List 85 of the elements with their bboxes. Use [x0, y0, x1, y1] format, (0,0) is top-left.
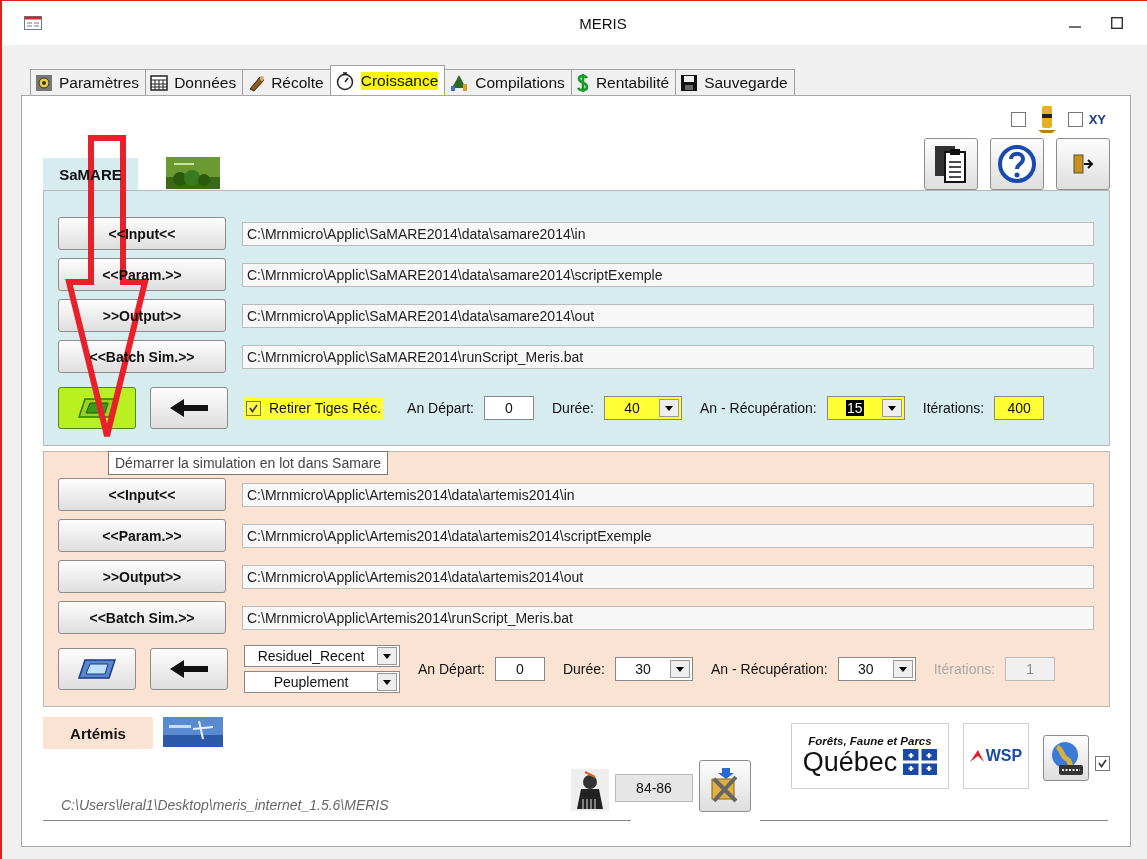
left-arrow-icon: [170, 660, 208, 678]
logo-text: WSP: [985, 747, 1023, 765]
field-label: An - Récupération:: [700, 400, 817, 416]
swoosh-icon: [969, 750, 984, 762]
figure-icon: [571, 769, 609, 811]
path-button[interactable]: <<Input<<: [58, 478, 226, 511]
path-field[interactable]: C:\Mrnmicro\Applic\SaMARE2014\runScript_Meris.bat: [242, 344, 1094, 369]
help-icon: [997, 144, 1037, 184]
dollar-icon: [575, 72, 590, 93]
model-label: Artémis: [43, 717, 153, 749]
checkbox[interactable]: [246, 400, 261, 416]
tab-label: Paramètres: [59, 73, 140, 92]
dropdown-arrow-icon[interactable]: [887, 405, 896, 411]
tab[interactable]: Sauvegarde: [675, 69, 795, 95]
path-field[interactable]: C:\Mrnmicro\Applic\SaMARE2014\data\samare2014\in: [242, 221, 1094, 246]
path-field[interactable]: C:\Mrnmicro\Applic\Artemis2014\runScript_Meris.bat: [242, 605, 1094, 630]
log-icon: [247, 73, 266, 92]
input-field[interactable]: 0: [484, 396, 534, 420]
copy-button[interactable]: [924, 138, 978, 190]
dropdown-arrow-icon[interactable]: [383, 653, 391, 659]
app-icon: [24, 16, 42, 30]
tab-label: Récolte: [271, 73, 324, 92]
field-label: An Départ:: [407, 400, 474, 416]
stopwatch-icon: [334, 70, 355, 91]
code-field: 84-86: [615, 774, 693, 802]
dropdown-field[interactable]: 15: [826, 396, 905, 420]
flag-icon: [903, 749, 938, 775]
field-label: An - Récupération:: [710, 661, 828, 677]
path-field[interactable]: C:\Mrnmicro\Applic\Artemis2014\data\artemis2014\in: [242, 482, 1094, 507]
checkbox[interactable]: [1095, 756, 1110, 771]
field-label: Itérations:: [922, 400, 985, 416]
path-field[interactable]: C:\Mrnmicro\Applic\Artemis2014\data\artemis2014\out: [242, 564, 1094, 589]
dropdown-field[interactable]: Residuel_Recent: [244, 645, 400, 667]
tab-label: Compilations: [475, 73, 565, 92]
tooltip: Démarrer la simulation en lot dans Samare: [108, 451, 389, 475]
exit-button[interactable]: [1056, 138, 1110, 190]
checkbox[interactable]: [1067, 111, 1083, 127]
exit-door-icon: [1072, 153, 1094, 175]
checkbox[interactable]: [1010, 111, 1026, 127]
tab-label: Rentabilité: [595, 73, 670, 92]
path-button[interactable]: <<Batch Sim.>>: [58, 601, 226, 634]
window-title: MERIS: [578, 14, 628, 32]
logo-text: Québec: [802, 746, 898, 778]
tab-label: Sauvegarde: [704, 73, 788, 92]
tab[interactable]: Croissance: [329, 65, 446, 95]
tree-chart-icon: [449, 73, 470, 92]
tab[interactable]: Récolte: [242, 69, 331, 95]
back-button[interactable]: [150, 387, 228, 429]
field-label: Itérations:: [933, 661, 996, 677]
path-field[interactable]: C:\Mrnmicro\Applic\Artemis2014\data\artemis2014\scriptExemple: [242, 523, 1094, 548]
path-button[interactable]: >>Output>>: [58, 560, 226, 593]
path-field[interactable]: C:\Mrnmicro\Applic\SaMARE2014\data\samare2014\out: [242, 303, 1094, 328]
field-label: Durée:: [552, 400, 594, 416]
option-label: XY: [1088, 111, 1106, 127]
dropdown-arrow-icon[interactable]: [898, 666, 907, 672]
tools-button[interactable]: [699, 760, 751, 812]
dropdown-field[interactable]: Peuplement: [244, 671, 400, 693]
dropdown-field[interactable]: 30: [837, 657, 916, 681]
clipboard-icon: [933, 144, 969, 184]
dropdown-arrow-icon[interactable]: [665, 405, 673, 411]
tab-label: Croissance: [360, 71, 439, 90]
logo-text: Forêts, Faune et Parcs: [808, 734, 932, 747]
tab[interactable]: Rentabilité: [570, 69, 677, 95]
dropdown-field[interactable]: 40: [604, 396, 682, 420]
maximize-icon[interactable]: [1111, 17, 1123, 29]
input-field[interactable]: 400: [994, 396, 1045, 420]
dropdown-arrow-icon[interactable]: [383, 679, 391, 685]
file-path: C:\Users\leral1\Desktop\meris_internet_1.5.6\MERIS: [61, 797, 389, 813]
left-arrow-icon: [170, 399, 208, 417]
option-label: Retirer Tiges Réc.: [269, 400, 382, 416]
tab-label: Données: [174, 73, 237, 92]
dropdown-arrow-icon[interactable]: [675, 666, 684, 672]
calendar-icon: [150, 73, 169, 92]
input-field[interactable]: 0: [494, 657, 545, 681]
field-label: An Départ:: [418, 661, 485, 677]
web-button[interactable]: [1043, 735, 1089, 781]
back-button[interactable]: [150, 648, 228, 690]
tab[interactable]: Paramètres: [30, 69, 147, 95]
path-field[interactable]: C:\Mrnmicro\Applic\SaMARE2014\data\samare2014\scriptExemple: [242, 262, 1094, 287]
dropdown-field[interactable]: 30: [614, 657, 693, 681]
field-label: Durée:: [562, 661, 605, 677]
screen-icon: [77, 658, 117, 680]
run-button[interactable]: [58, 648, 136, 690]
help-button[interactable]: [990, 138, 1044, 190]
path-button[interactable]: <<Param.>>: [58, 519, 226, 552]
